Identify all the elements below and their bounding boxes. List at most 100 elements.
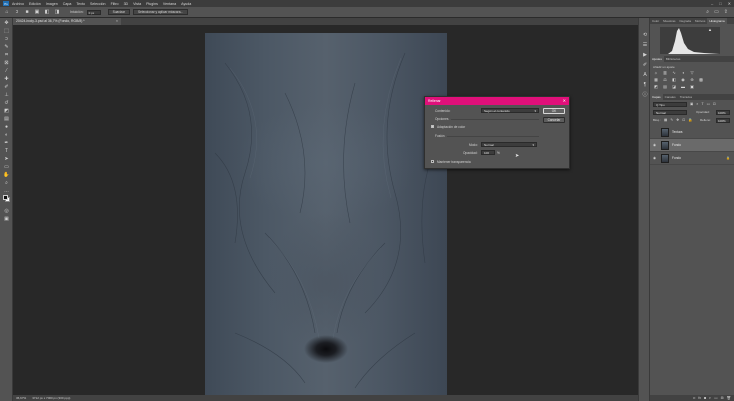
more-tools-icon[interactable]: … (3, 188, 10, 194)
foreground-color-swatch[interactable] (3, 195, 8, 200)
paragraph-panel-icon[interactable]: ¶ (642, 82, 648, 88)
curves-icon[interactable]: ∿ (671, 70, 677, 75)
intersect-selection-icon[interactable]: ◨ (54, 9, 60, 15)
menu-texto[interactable]: Texto (76, 2, 85, 6)
lock-all-icon[interactable]: 🔒 (688, 118, 692, 122)
posterize-icon[interactable]: ▤ (662, 84, 668, 89)
photo-filter-icon[interactable]: ◉ (680, 77, 686, 82)
tab-libraries[interactable]: Bibliotecas (664, 56, 683, 62)
lock-pixels-icon[interactable]: ✎ (670, 118, 673, 122)
menu-archivo[interactable]: Archivo (12, 2, 24, 6)
trash-icon[interactable]: 🗑 (727, 395, 731, 401)
actions-panel-icon[interactable]: ▶ (642, 52, 648, 58)
marquee-tool-icon[interactable]: ⬚ (3, 28, 10, 34)
new-group-icon[interactable]: ▭ (714, 395, 717, 401)
tab-paths[interactable]: Trazados (678, 94, 694, 100)
hand-tool-icon[interactable]: ✋ (3, 172, 10, 178)
tab-channels[interactable]: Canales (663, 94, 678, 100)
properties-panel-icon[interactable]: ☰ (642, 42, 648, 48)
tab-patterns[interactable]: Motivos (693, 18, 707, 24)
tab-adjustments[interactable]: Ajustes (650, 56, 664, 62)
opacity-input[interactable]: 100 (481, 150, 495, 155)
shape-tool-icon[interactable]: ▭ (3, 164, 10, 170)
brightness-icon[interactable]: ☼ (653, 70, 659, 75)
cancel-button[interactable]: Cancelar (543, 117, 565, 123)
layer-style-icon[interactable]: fx (698, 395, 701, 401)
preserve-transparency-checkbox[interactable] (431, 160, 434, 163)
filter-smart-icon[interactable]: ⊡ (713, 102, 716, 106)
eraser-tool-icon[interactable]: ◩ (3, 108, 10, 114)
menu-edicion[interactable]: Edición (29, 2, 41, 6)
crop-tool-icon[interactable]: ⌗ (3, 52, 10, 58)
antialias-button[interactable]: Suavizar (107, 9, 130, 15)
select-and-mask-button[interactable]: Seleccionar y aplicar máscara... (132, 9, 189, 15)
menu-seleccion[interactable]: Selección (90, 2, 106, 6)
info-panel-icon[interactable]: ⓘ (642, 92, 648, 98)
adjustment-layer-icon[interactable]: ◐ (709, 395, 711, 401)
close-tab-icon[interactable]: × (116, 18, 118, 25)
new-selection-icon[interactable]: ■ (24, 9, 30, 15)
ok-button[interactable]: OK (543, 108, 565, 114)
layer-opacity-input[interactable]: 100% (716, 110, 730, 115)
threshold-icon[interactable]: ◪ (671, 84, 677, 89)
tab-histogram[interactable]: Histograma (707, 18, 727, 24)
history-panel-icon[interactable]: ⟲ (642, 32, 648, 38)
color-balance-icon[interactable]: ⚖ (662, 77, 668, 82)
brush-tool-icon[interactable]: ✐ (3, 84, 10, 90)
channel-mixer-icon[interactable]: ⊕ (689, 77, 695, 82)
tab-color[interactable]: Color (650, 18, 661, 24)
pen-tool-icon[interactable]: ✒ (3, 140, 10, 146)
tab-swatches[interactable]: Muestras (661, 18, 677, 24)
eyedropper-tool-icon[interactable]: ⁄ (3, 68, 10, 74)
filter-type-icon[interactable]: T (701, 102, 703, 106)
dodge-tool-icon[interactable]: ◐ (3, 132, 10, 138)
filter-shape-icon[interactable]: ▭ (707, 102, 710, 106)
lock-transparency-icon[interactable]: ▦ (664, 118, 667, 122)
brush-panel-icon[interactable]: ✐ (642, 62, 648, 68)
close-window-button[interactable]: ✕ (728, 1, 731, 6)
exposure-icon[interactable]: ◑ (680, 70, 686, 75)
history-brush-tool-icon[interactable]: ↺ (3, 100, 10, 106)
contents-select[interactable]: Según el contenido ▾ (481, 108, 539, 113)
menu-vista[interactable]: Vista (133, 2, 141, 6)
menu-imagen[interactable]: Imagen (46, 2, 58, 6)
add-selection-icon[interactable]: ▣ (34, 9, 40, 15)
zoom-level[interactable]: 36,67% (16, 395, 26, 401)
vibrance-icon[interactable]: ▽ (689, 70, 695, 75)
tab-gradients[interactable]: Degrada (678, 18, 694, 24)
layer-row[interactable]: Textura (650, 126, 734, 139)
filter-pixel-icon[interactable]: ▣ (690, 102, 693, 106)
histogram-refresh-icon[interactable]: ▲ (708, 27, 712, 32)
menu-ventana[interactable]: Ventana (163, 2, 176, 6)
quick-mask-icon[interactable]: ◎ (3, 208, 10, 214)
black-white-icon[interactable]: ◧ (671, 77, 677, 82)
dialog-titlebar[interactable]: Rellenar ✕ (425, 97, 569, 105)
filter-adjust-icon[interactable]: ◐ (696, 102, 698, 106)
maximize-button[interactable]: □ (719, 1, 721, 6)
path-select-tool-icon[interactable]: ➤ (3, 156, 10, 162)
stamp-tool-icon[interactable]: ⊥ (3, 92, 10, 98)
move-tool-icon[interactable]: ✥ (3, 20, 10, 26)
tab-layers[interactable]: Capas (650, 94, 663, 100)
menu-filtro[interactable]: Filtro (111, 2, 119, 6)
layer-row[interactable]: ◉ Fondo (650, 139, 734, 152)
levels-icon[interactable]: ▥ (662, 70, 668, 75)
quick-select-tool-icon[interactable]: ✎ (3, 44, 10, 50)
mode-select[interactable]: Normal ▾ (481, 142, 537, 147)
link-layers-icon[interactable]: ∞ (693, 395, 696, 401)
eye-icon[interactable]: ◉ (653, 156, 656, 160)
layer-row[interactable]: ◉ Fondo 🔒 (650, 152, 734, 165)
gradient-map-icon[interactable]: ▬ (680, 84, 686, 89)
feather-input[interactable]: 0 px (86, 9, 101, 15)
lock-position-icon[interactable]: ✥ (676, 118, 679, 122)
subtract-selection-icon[interactable]: ◧ (44, 9, 50, 15)
share-icon[interactable]: ⇪ (724, 9, 728, 15)
invert-icon[interactable]: ◩ (653, 84, 659, 89)
fill-input[interactable]: 100% (716, 118, 730, 123)
new-layer-icon[interactable]: ⊞ (721, 395, 724, 401)
screen-mode-icon[interactable]: ▣ (3, 216, 10, 222)
blend-mode-select[interactable]: Normal (653, 110, 687, 115)
lock-artboard-icon[interactable]: ⊡ (682, 118, 685, 122)
gradient-tool-icon[interactable]: ▤ (3, 116, 10, 122)
color-lookup-icon[interactable]: ▩ (698, 77, 704, 82)
